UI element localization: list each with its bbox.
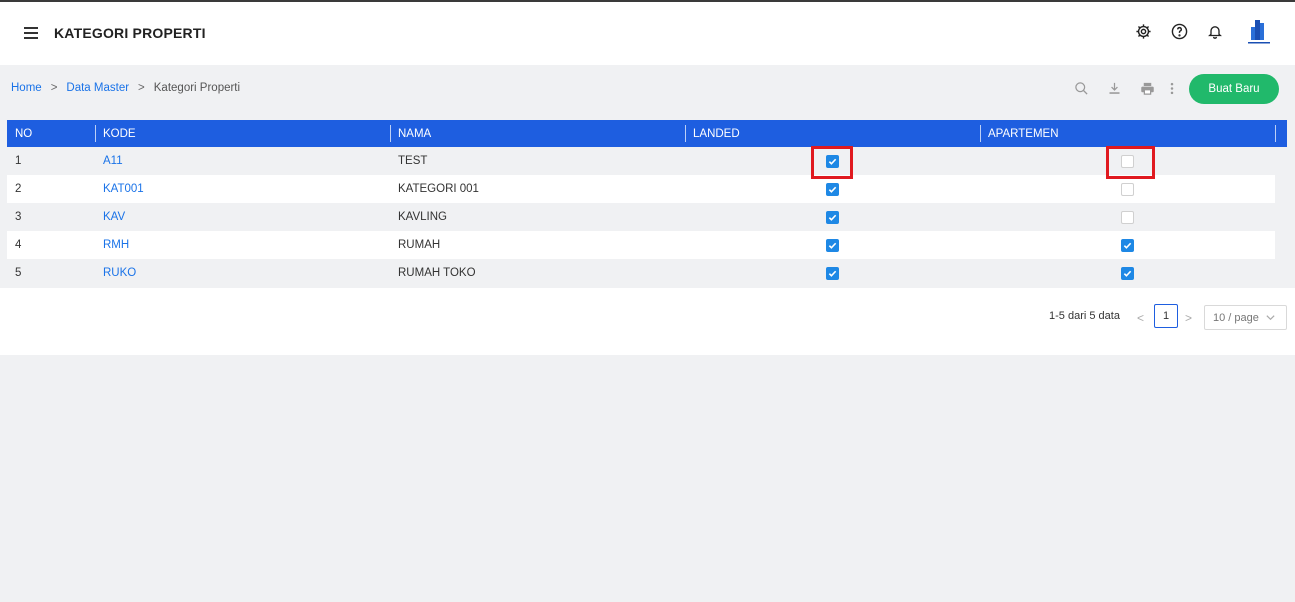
table-body: 1 A11 TEST 2 KAT001 KATEGORI 001 3 KAV KAVLING 4 R… — [7, 147, 1287, 287]
header-scroll-gutter — [1275, 120, 1287, 147]
scrollbar-track[interactable] — [1275, 231, 1287, 259]
scrollbar-track[interactable] — [1275, 203, 1287, 231]
cell-no: 5 — [15, 267, 22, 279]
cell-landed — [685, 231, 980, 259]
landed-checkbox[interactable] — [826, 266, 839, 280]
scrollbar-track[interactable] — [1275, 147, 1287, 175]
table-row[interactable]: 2 KAT001 KATEGORI 001 — [7, 175, 1287, 203]
breadcrumb-data-master[interactable]: Data Master — [66, 82, 129, 94]
column-header-nama[interactable]: NAMA — [390, 120, 685, 147]
highlight-box-landed — [811, 146, 853, 179]
company-logo — [1246, 18, 1272, 46]
prev-page-icon[interactable]: < — [1137, 311, 1144, 325]
cell-kode: RMH — [95, 231, 390, 259]
cell-nama: RUMAH — [398, 239, 441, 251]
column-header-kode[interactable]: KODE — [95, 120, 390, 147]
apartemen-checkbox[interactable] — [1121, 238, 1134, 252]
cell-no: 3 — [15, 211, 22, 223]
scrollbar-track[interactable] — [1275, 259, 1287, 287]
cell-apartemen — [980, 175, 1275, 203]
cell-apartemen — [980, 259, 1275, 287]
table-row[interactable]: 4 RMH RUMAH — [7, 231, 1287, 259]
page-title: KATEGORI PROPERTI — [54, 25, 206, 41]
pagination-summary: 1-5 dari 5 data — [1049, 310, 1120, 322]
cell-nama: KAVLING — [398, 211, 447, 223]
cell-apartemen — [980, 203, 1275, 231]
help-icon[interactable] — [1169, 21, 1189, 41]
search-icon[interactable] — [1072, 79, 1090, 97]
cell-kode: KAT001 — [95, 175, 390, 203]
cell-kode: A11 — [95, 147, 390, 175]
cell-nama: KATEGORI 001 — [398, 183, 479, 195]
highlight-box-apartemen — [1106, 146, 1155, 179]
page-number-button[interactable]: 1 — [1154, 304, 1178, 328]
landed-checkbox[interactable] — [826, 210, 839, 224]
sub-toolbar: Home > Data Master > Kategori Properti — [0, 65, 1295, 112]
landed-checkbox[interactable] — [826, 238, 839, 252]
chevron-down-icon — [1265, 312, 1276, 326]
cell-nama: RUMAH TOKO — [398, 267, 476, 279]
table-header: NO KODE NAMA LANDED APARTEMEN — [7, 120, 1287, 147]
more-vertical-icon[interactable] — [1163, 79, 1181, 97]
breadcrumb-home[interactable]: Home — [11, 82, 42, 94]
cell-kode: KAV — [95, 203, 390, 231]
bell-icon[interactable] — [1205, 21, 1225, 41]
cell-nama: TEST — [398, 155, 428, 167]
breadcrumb: Home > Data Master > Kategori Properti — [11, 82, 240, 94]
scrollbar-track[interactable] — [1275, 175, 1287, 203]
cell-no: 2 — [15, 183, 22, 195]
create-new-button[interactable]: Buat Baru — [1189, 74, 1279, 104]
kode-link[interactable]: RMH — [103, 239, 129, 251]
table-row[interactable]: 3 KAV KAVLING — [7, 203, 1287, 231]
download-icon[interactable] — [1105, 79, 1123, 97]
page-size-select[interactable]: 10 / page — [1204, 305, 1287, 330]
print-icon[interactable] — [1138, 79, 1156, 97]
kode-link[interactable]: A11 — [103, 155, 123, 167]
gear-icon[interactable] — [1133, 21, 1153, 41]
column-header-apartemen[interactable]: APARTEMEN — [980, 120, 1275, 147]
cell-no: 4 — [15, 239, 22, 251]
column-header-no[interactable]: NO — [7, 120, 95, 147]
pagination-bar: 1-5 dari 5 data < 1 > 10 / page — [0, 288, 1295, 355]
breadcrumb-separator: > — [50, 82, 58, 94]
cell-no: 1 — [15, 155, 22, 167]
table-row[interactable]: 1 A11 TEST — [7, 147, 1287, 175]
page-size-value: 10 / page — [1213, 311, 1259, 324]
category-table: NO KODE NAMA LANDED APARTEMEN 1 A11 TEST 2 K… — [7, 120, 1287, 287]
breadcrumb-separator: > — [138, 82, 145, 94]
app-header: KATEGORI PROPERTI — [0, 2, 1295, 65]
breadcrumb-current: Kategori Properti — [153, 82, 241, 94]
kode-link[interactable]: KAT001 — [103, 183, 144, 195]
kode-link[interactable]: RUKO — [103, 267, 136, 279]
cell-landed — [685, 203, 980, 231]
apartemen-checkbox[interactable] — [1121, 182, 1134, 196]
column-header-landed[interactable]: LANDED — [685, 120, 980, 147]
cell-apartemen — [980, 231, 1275, 259]
apartemen-checkbox[interactable] — [1121, 266, 1134, 280]
cell-landed — [685, 259, 980, 287]
cell-landed — [685, 175, 980, 203]
menu-icon[interactable] — [24, 27, 38, 39]
apartemen-checkbox[interactable] — [1121, 210, 1134, 224]
next-page-icon[interactable]: > — [1185, 311, 1192, 325]
cell-kode: RUKO — [95, 259, 390, 287]
table-row[interactable]: 5 RUKO RUMAH TOKO — [7, 259, 1287, 287]
kode-link[interactable]: KAV — [103, 211, 125, 223]
landed-checkbox[interactable] — [826, 182, 839, 196]
